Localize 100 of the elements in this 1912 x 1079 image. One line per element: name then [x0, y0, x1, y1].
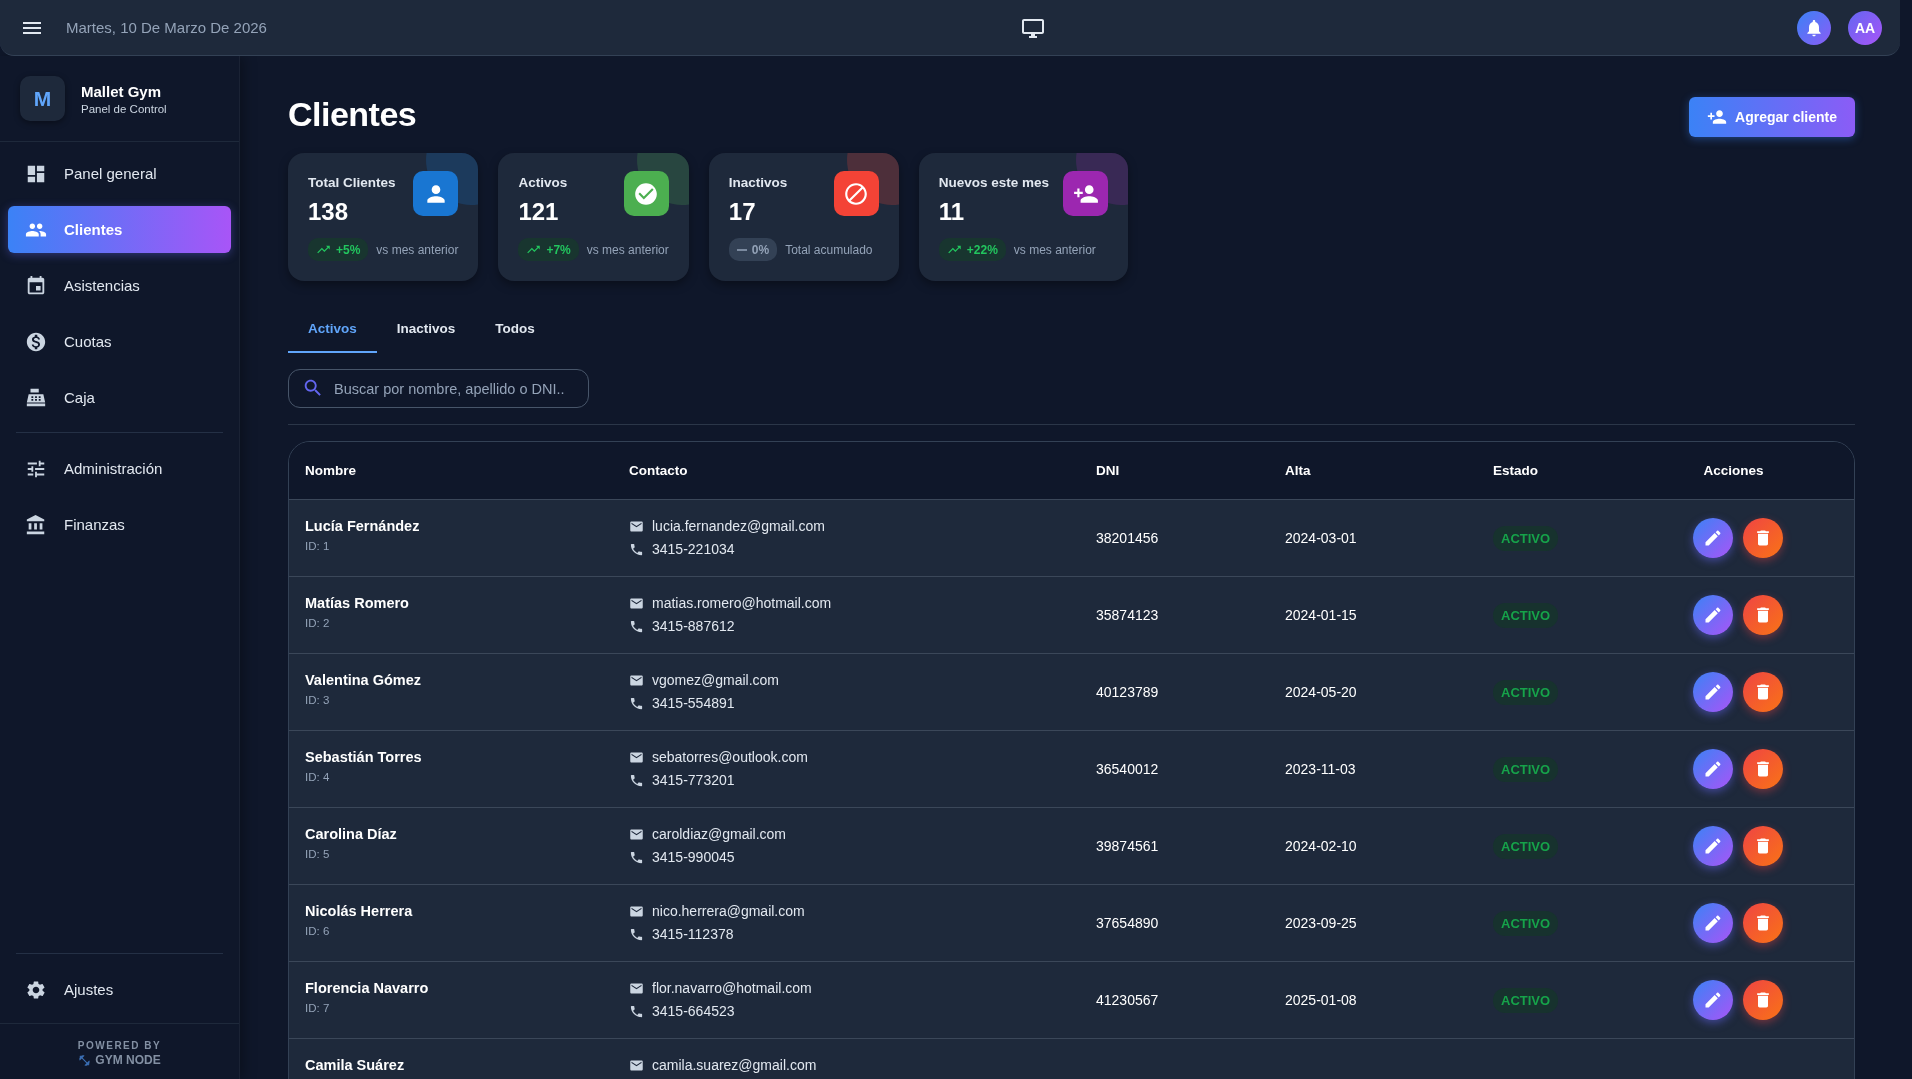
email-text: nico.herrera@gmail.com: [652, 903, 805, 919]
table-cell: 38201456: [1096, 530, 1159, 546]
tab[interactable]: Activos: [288, 307, 377, 353]
powered-by-text: POWERED BY: [77, 1040, 162, 1051]
nav-item[interactable]: Ajustes: [8, 966, 231, 1013]
person-add-icon: [1707, 107, 1728, 127]
delete-button[interactable]: [1743, 980, 1783, 1020]
phone-text: 3415-990045: [652, 849, 735, 865]
dash-icon: [736, 248, 747, 251]
table-cell: 2023-11-03: [1285, 761, 1356, 777]
search-field[interactable]: Buscar por nombre, apellido o DNI..: [288, 369, 589, 408]
edit-button[interactable]: [1693, 980, 1733, 1020]
status-badge: ACTIVO: [1493, 525, 1559, 551]
stat-value: 138: [308, 198, 350, 226]
nav-item[interactable]: Cuotas: [8, 318, 231, 365]
edit-button[interactable]: [1693, 749, 1733, 789]
table-cell: 2024-03-01: [1285, 530, 1357, 546]
edit-button[interactable]: [1693, 826, 1733, 866]
client-name: Carolina Díaz: [305, 826, 398, 842]
bell-icon: [1804, 17, 1824, 38]
client-name: Matías Romero: [305, 595, 410, 611]
settings-icon: [25, 978, 47, 1001]
stat-value: 121: [518, 198, 560, 226]
stat-note: vs mes anterior: [586, 242, 669, 257]
delete-button[interactable]: [1743, 518, 1783, 558]
status-badge: ACTIVO: [1493, 679, 1559, 705]
monitor-icon: [1021, 16, 1045, 40]
email-text: caroldiaz@gmail.com: [652, 826, 787, 842]
pencil-icon: [1703, 682, 1723, 702]
edit-button[interactable]: [1693, 518, 1733, 558]
nav-item[interactable]: Panel general: [8, 150, 231, 197]
nav-item[interactable]: Asistencias: [8, 262, 231, 309]
stat-label: Total Clientes: [308, 175, 396, 190]
table-cell: 40123789: [1096, 684, 1159, 700]
table-cell: 2024-01-15: [1285, 607, 1357, 623]
phone-icon: [629, 926, 644, 942]
phone-text: 3415-221034: [652, 541, 735, 557]
client-name: Lucía Fernández: [305, 518, 421, 534]
column-header: Estado: [1493, 463, 1539, 478]
column-header: Acciones: [1702, 463, 1765, 478]
product-name: GYM NODE: [95, 1053, 161, 1067]
delete-button[interactable]: [1743, 595, 1783, 635]
table-cell: 35874123: [1096, 607, 1159, 623]
delete-button[interactable]: [1743, 826, 1783, 866]
table-cell: 37654890: [1096, 915, 1159, 931]
page-title: Clientes: [288, 95, 417, 134]
user-avatar[interactable]: AA: [1848, 10, 1882, 45]
phone-icon: [629, 1003, 644, 1019]
phone-text: 3415-664523: [652, 1003, 735, 1019]
phone-icon: [629, 618, 644, 634]
logo-tile: M: [20, 76, 65, 121]
phone-icon: [629, 772, 644, 788]
edit-button[interactable]: [1693, 672, 1733, 712]
client-id: ID: 4: [305, 771, 331, 783]
pencil-icon: [1703, 605, 1723, 625]
status-badge: ACTIVO: [1493, 833, 1559, 859]
cash-register-icon: [25, 386, 47, 409]
stat-value: 17: [728, 198, 757, 226]
pencil-icon: [1703, 528, 1723, 548]
column-header: DNI: [1096, 463, 1121, 478]
table-cell: 2024-05-20: [1285, 684, 1357, 700]
email-text: sebatorres@outlook.com: [652, 749, 808, 765]
delete-button[interactable]: [1743, 672, 1783, 712]
client-id: ID: 5: [305, 848, 331, 860]
stat-value: 11: [938, 198, 966, 226]
change-badge: +5%: [308, 238, 369, 261]
calendar-icon: [25, 274, 47, 297]
search-icon: [302, 377, 324, 399]
add-client-button[interactable]: Agregar cliente: [1689, 97, 1855, 137]
stat-note: vs mes anterior: [376, 242, 459, 257]
edit-button[interactable]: [1693, 595, 1733, 635]
dumbbell-icon: [78, 1053, 92, 1067]
nav-item[interactable]: Finanzas: [8, 501, 231, 548]
nav-item[interactable]: Administración: [8, 445, 231, 492]
delete-button[interactable]: [1743, 749, 1783, 789]
tab[interactable]: Inactivos: [376, 307, 476, 353]
blocked-icon: [843, 180, 870, 207]
change-badge: 0%: [728, 238, 778, 261]
phone-icon: [629, 849, 644, 865]
phone-text: 3415-773201: [652, 772, 735, 788]
delete-button[interactable]: [1743, 903, 1783, 943]
pencil-icon: [1703, 759, 1723, 779]
client-id: ID: 3: [305, 694, 331, 706]
tab[interactable]: Todos: [475, 307, 555, 353]
date-text: Martes, 10 De Marzo De 2026: [66, 19, 267, 36]
table-cell: 41230567: [1096, 992, 1159, 1008]
client-name: Nicolás Herrera: [305, 903, 414, 919]
edit-button[interactable]: [1693, 903, 1733, 943]
notifications-button[interactable]: [1797, 10, 1831, 45]
client-name: Sebastián Torres: [305, 749, 423, 765]
dollar-coin-icon: [25, 330, 47, 353]
stat-label: Nuevos este mes: [938, 175, 1050, 190]
nav-item[interactable]: Clientes: [8, 206, 231, 253]
nav-item[interactable]: Caja: [8, 374, 231, 421]
email-text: lucia.fernandez@gmail.com: [652, 518, 825, 534]
bank-icon: [25, 513, 47, 536]
email-text: matias.romero@hotmail.com: [652, 595, 832, 611]
phone-icon: [629, 541, 644, 557]
email-text: flor.navarro@hotmail.com: [652, 980, 812, 996]
status-badge: ACTIVO: [1493, 910, 1559, 936]
